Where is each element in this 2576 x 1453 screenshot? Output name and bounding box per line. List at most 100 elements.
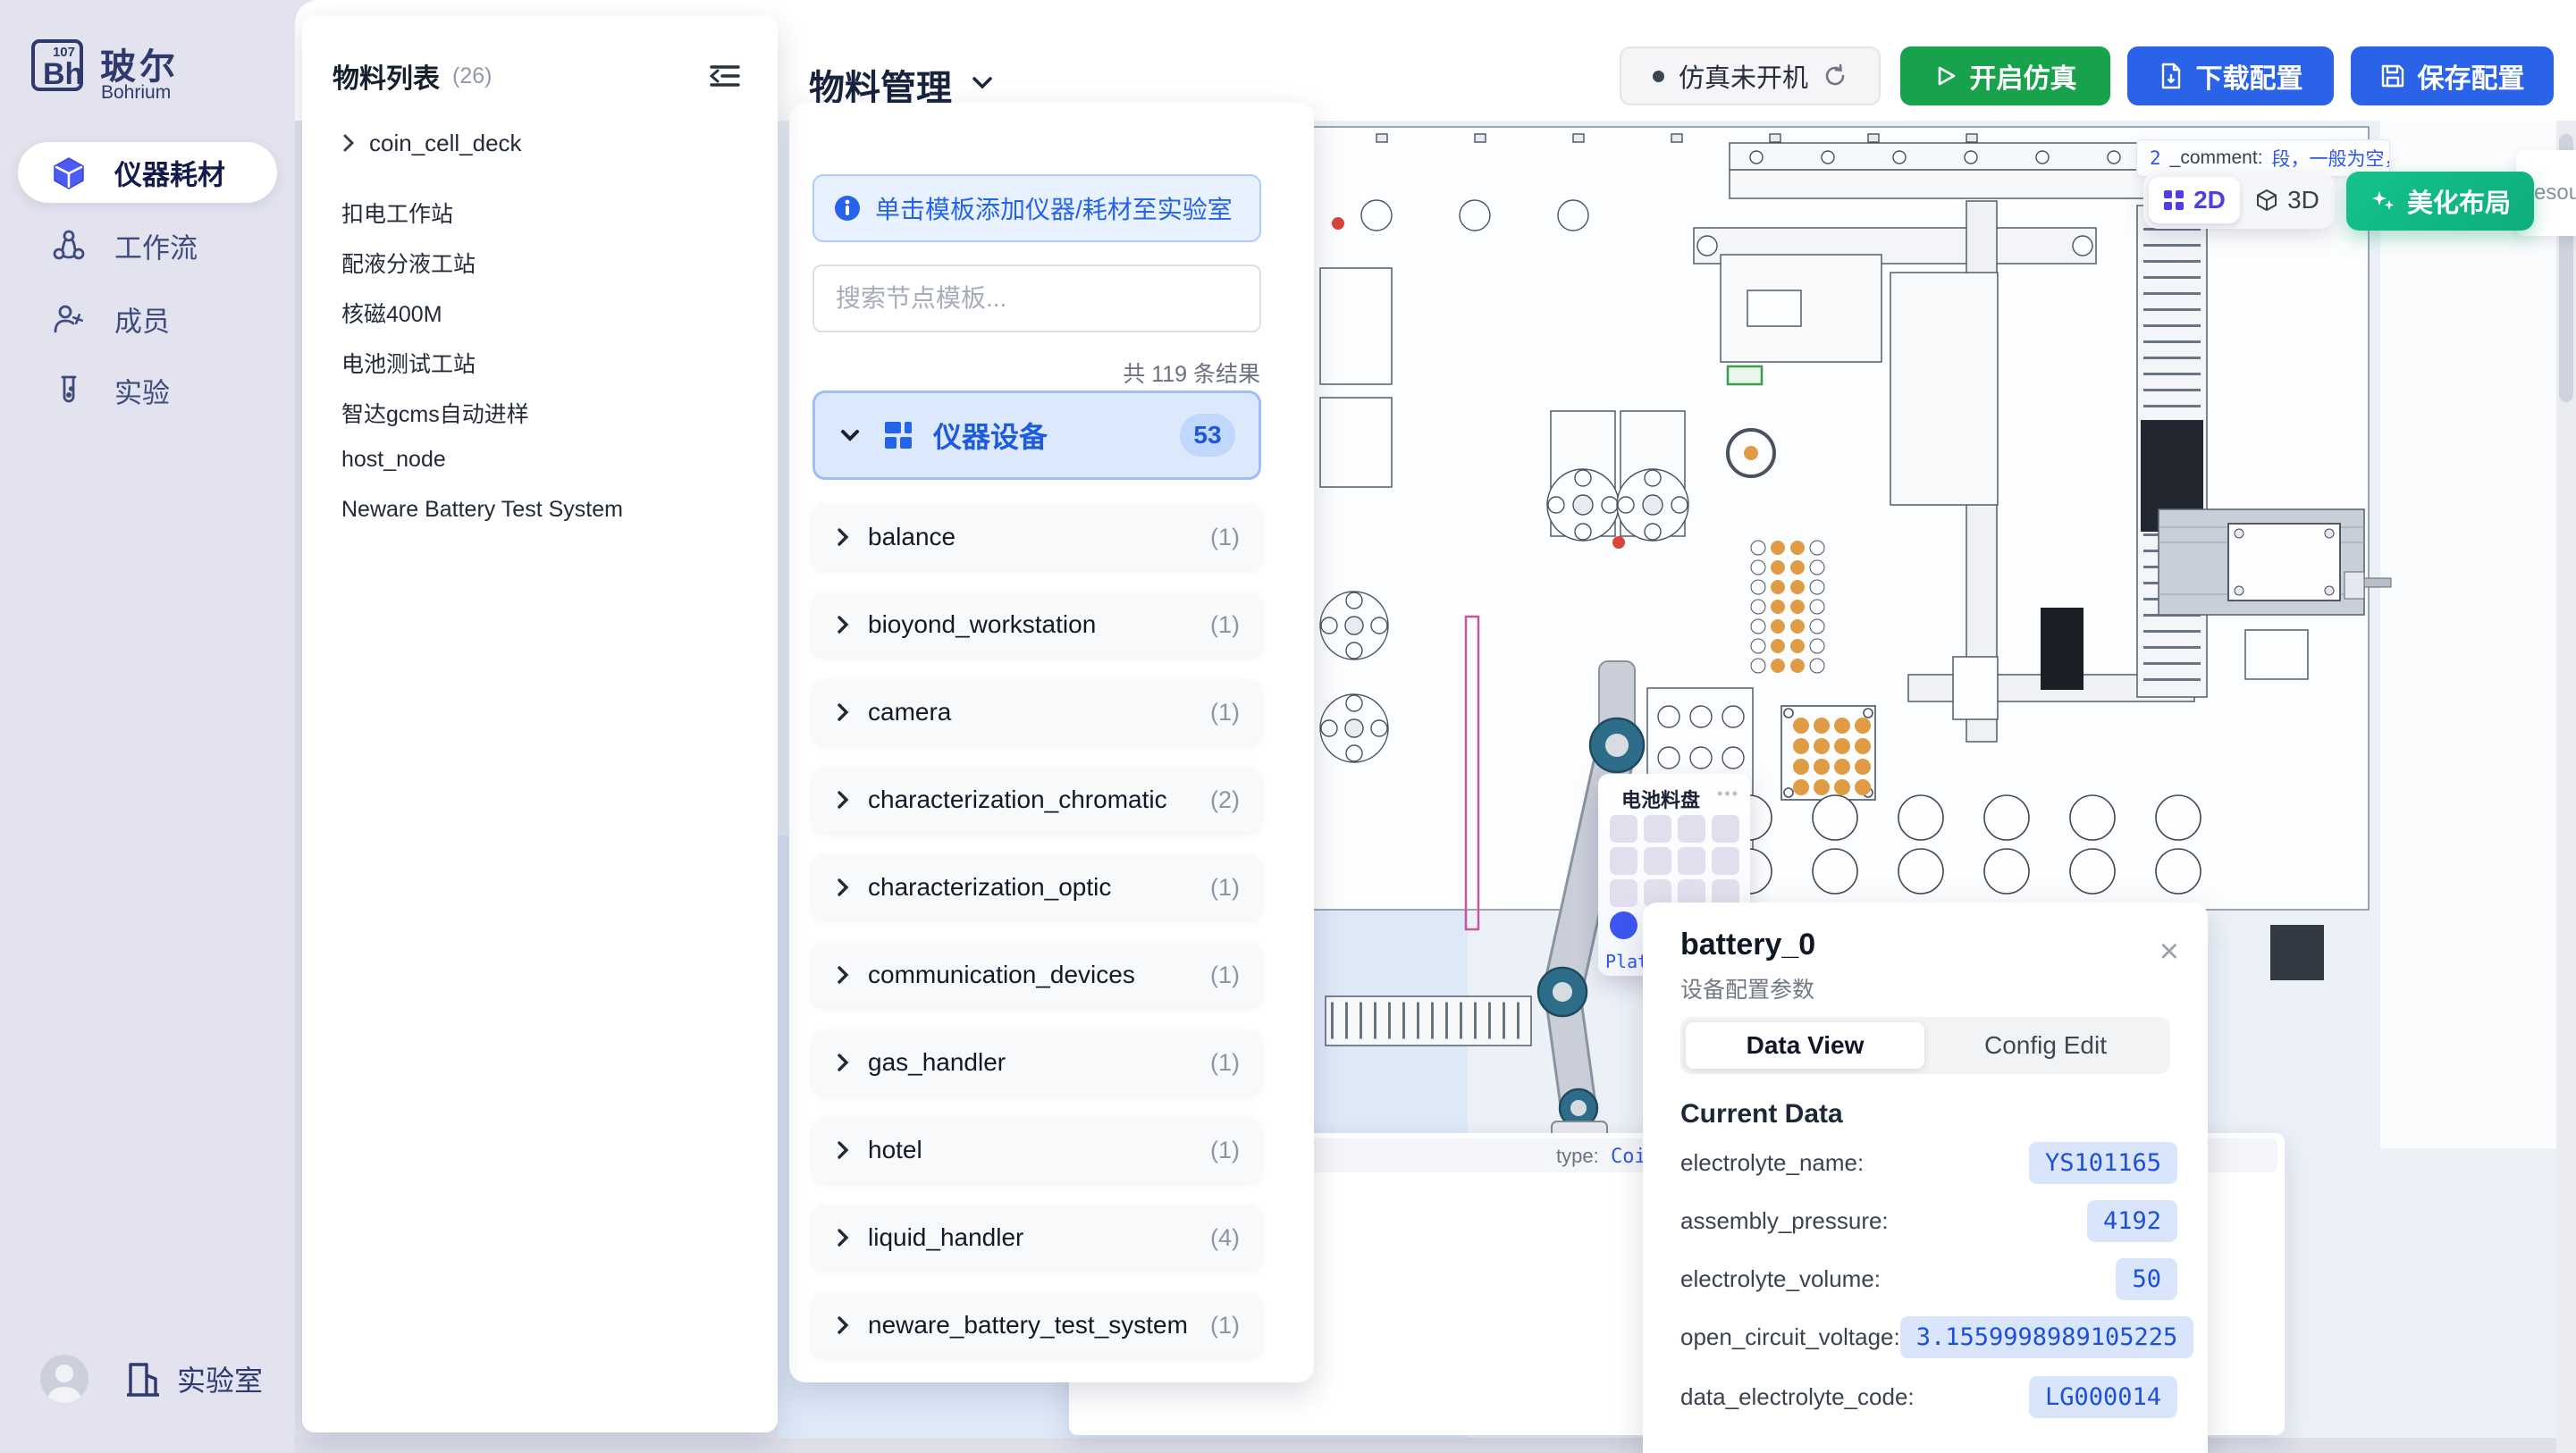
page-title-chevron-down-icon[interactable] xyxy=(967,71,998,93)
battery-config-panel: battery_0 设备配置参数 × Data View Config Edit… xyxy=(1643,903,2208,1453)
sparkles-icon xyxy=(2370,188,2396,214)
comment-prefix: 2 xyxy=(2150,147,2161,169)
group-count-badge: 53 xyxy=(1180,414,1235,457)
current-data-heading: Current Data xyxy=(1680,1099,1843,1130)
download-config-label: 下载配置 xyxy=(2196,56,2303,96)
template-hint-banner: 单击模板添加仪器/耗材至实验室 xyxy=(812,174,1261,242)
comment-key: _comment: xyxy=(2170,147,2263,169)
tray-slot[interactable] xyxy=(1610,879,1637,907)
info-icon xyxy=(834,195,861,222)
save-icon xyxy=(2380,63,2405,88)
group-instrument-devices[interactable]: 仪器设备 53 xyxy=(812,391,1261,480)
close-icon[interactable]: × xyxy=(2159,935,2179,969)
building-icon xyxy=(125,1359,161,1398)
category-gas-handler[interactable]: gas_handler (1) xyxy=(812,1030,1261,1095)
refresh-icon[interactable] xyxy=(1823,63,1848,88)
category-characterization-optic[interactable]: characterization_optic (1) xyxy=(812,855,1261,920)
battery-slot-selected[interactable] xyxy=(1610,911,1637,939)
material-item-coin-cell-deck[interactable]: coin_cell_deck xyxy=(341,127,522,159)
material-item[interactable]: Neware Battery Test System xyxy=(341,497,623,523)
status-label: 仿真未开机 xyxy=(1679,57,1808,95)
toggle-3d-label: 3D xyxy=(2287,186,2319,214)
cube-icon xyxy=(52,155,86,189)
category-hotel[interactable]: hotel (1) xyxy=(812,1118,1261,1182)
cube-3d-icon xyxy=(2255,189,2278,212)
sidebar-item-experiments[interactable]: 实验 xyxy=(18,360,277,421)
edge-tooltip-text: esou xyxy=(2534,181,2576,206)
comment-value: 段，一般为空，stat xyxy=(2272,145,2390,172)
beautify-layout-button[interactable]: 美化布局 xyxy=(2346,172,2534,231)
data-label: data_electrolyte_code: xyxy=(1680,1383,1915,1411)
chevron-right-icon xyxy=(836,876,850,899)
materials-list-panel: 物料列表 (26) coin_cell_deck 扣电工作站 配液分液工站 核磁… xyxy=(302,16,778,1432)
materials-count: (26) xyxy=(452,63,492,89)
start-simulation-button[interactable]: 开启仿真 xyxy=(1900,46,2110,105)
download-config-button[interactable]: 下载配置 xyxy=(2127,46,2334,105)
material-item[interactable]: 扣电工作站 xyxy=(341,197,453,229)
data-row: assembly_pressure: 4192 xyxy=(1680,1199,2177,1242)
sidebar-item-instruments[interactable]: 仪器耗材 xyxy=(18,142,277,203)
bottom-scroll-strip[interactable] xyxy=(295,1438,2576,1453)
save-config-button[interactable]: 保存配置 xyxy=(2351,46,2554,105)
tab-config-edit[interactable]: Config Edit xyxy=(1926,1022,2165,1069)
data-value: 50 xyxy=(2116,1258,2177,1300)
material-item[interactable]: 配液分液工站 xyxy=(341,247,476,279)
search-input[interactable] xyxy=(812,265,1261,332)
tray-slot[interactable] xyxy=(1644,815,1671,843)
toggle-2d[interactable]: 2D xyxy=(2149,177,2240,223)
start-simulation-label: 开启仿真 xyxy=(1970,56,2077,96)
material-item[interactable]: 智达gcms自动进样 xyxy=(341,397,529,429)
sidebar-item-members[interactable]: 成员 xyxy=(18,289,277,349)
material-item[interactable]: host_node xyxy=(341,447,446,473)
category-neware-battery-test-system[interactable]: neware_battery_test_system (1) xyxy=(812,1293,1261,1357)
test-tube-icon xyxy=(52,374,86,407)
tray-slot[interactable] xyxy=(1610,815,1637,843)
chevron-right-icon xyxy=(836,1226,850,1249)
view-mode-toggle: 2D 3D xyxy=(2143,172,2335,229)
category-communication-devices[interactable]: communication_devices (1) xyxy=(812,943,1261,1007)
members-icon xyxy=(52,302,86,336)
beautify-label: 美化布局 xyxy=(2407,182,2511,220)
chevron-down-icon xyxy=(838,426,862,444)
result-count: 共 119 条结果 xyxy=(1123,357,1260,389)
tab-data-view[interactable]: Data View xyxy=(1686,1022,1924,1069)
materials-title: 物料列表 xyxy=(333,56,440,96)
tray-slot[interactable] xyxy=(1610,847,1637,875)
sidebar-item-workflow[interactable]: 工作流 xyxy=(18,215,277,276)
data-value: 3.1559998989105225 xyxy=(1900,1316,2194,1358)
material-item[interactable]: 核磁400M xyxy=(341,297,442,329)
data-value: 4192 xyxy=(2087,1200,2177,1242)
type-value: Coi xyxy=(1611,1146,1646,1168)
template-hint-text: 单击模板添加仪器/耗材至实验室 xyxy=(875,190,1233,226)
category-bioyond-workstation[interactable]: bioyond_workstation (1) xyxy=(812,592,1261,657)
avatar[interactable] xyxy=(40,1355,88,1403)
tray-slot[interactable] xyxy=(1678,815,1705,843)
tray-slot[interactable] xyxy=(1644,847,1671,875)
brand-name-en: Bohrium xyxy=(101,82,171,104)
category-characterization-chromatic[interactable]: characterization_chromatic (2) xyxy=(812,768,1261,832)
toggle-3d[interactable]: 3D xyxy=(2243,177,2331,223)
group-label: 仪器设备 xyxy=(933,415,1048,456)
tray-slot[interactable] xyxy=(1712,847,1739,875)
data-label: electrolyte_name: xyxy=(1680,1149,1864,1177)
material-item[interactable]: 电池测试工站 xyxy=(341,347,476,379)
play-icon xyxy=(1934,64,1957,88)
tray-slot[interactable] xyxy=(1712,815,1739,843)
person-icon xyxy=(40,1355,88,1403)
lab-label: 实验室 xyxy=(177,1358,263,1399)
category-balance[interactable]: balance (1) xyxy=(812,505,1261,569)
sidebar-lab-link[interactable]: 实验室 xyxy=(125,1358,263,1399)
simulation-status-pill[interactable]: 仿真未开机 xyxy=(1620,46,1881,105)
category-camera[interactable]: camera (1) xyxy=(812,680,1261,744)
category-liquid-handler[interactable]: liquid_handler (4) xyxy=(812,1205,1261,1270)
workflow-icon xyxy=(52,229,86,263)
download-doc-icon xyxy=(2159,63,2184,89)
data-value: YS101165 xyxy=(2029,1142,2177,1184)
battery-panel-title: battery_0 xyxy=(1680,928,1815,962)
sidebar: 107 Bh 玻尔 Bohrium 仪器耗材 工作流 成员 实验 实验室 xyxy=(0,0,295,1453)
tray-menu-dots[interactable]: ••• xyxy=(1717,785,1739,803)
chevron-right-icon xyxy=(836,788,850,811)
tray-title: 电池料盘 xyxy=(1621,785,1700,813)
tray-slot[interactable] xyxy=(1678,847,1705,875)
collapse-list-icon[interactable] xyxy=(710,63,740,89)
